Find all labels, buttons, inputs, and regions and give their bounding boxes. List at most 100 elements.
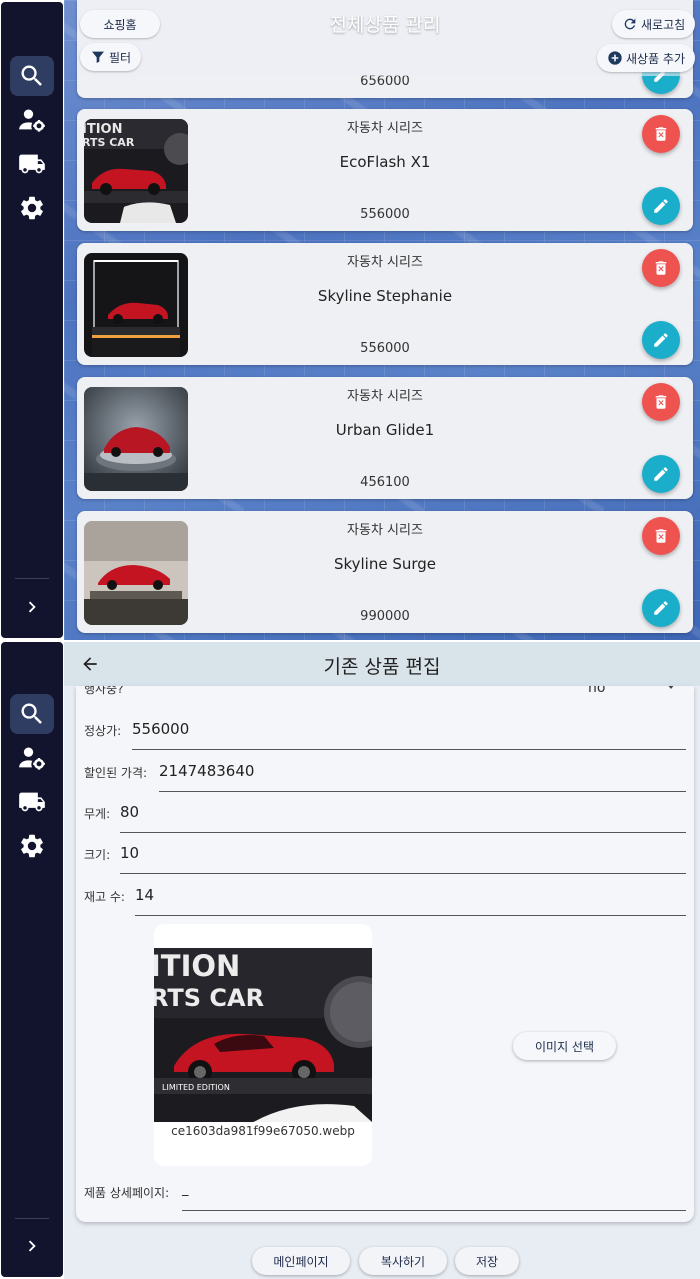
add-product-label: 새상품 추가 — [626, 51, 686, 66]
sidebar-item-search[interactable] — [10, 56, 54, 96]
shop-home-label: 쇼핑홈 — [103, 17, 137, 32]
search-icon — [21, 703, 42, 724]
pencil-icon — [654, 467, 668, 481]
product-price: 556000 — [360, 207, 410, 222]
edit-button[interactable] — [642, 589, 680, 627]
field-label: 무게: — [84, 807, 111, 821]
event-label: 행사중? — [84, 686, 124, 696]
sidebar — [1, 642, 63, 1277]
save-button[interactable]: 저장 — [455, 1247, 519, 1275]
settings-icon — [21, 834, 43, 858]
image-text: ITION — [154, 949, 240, 983]
field-label: 크기: — [84, 848, 111, 862]
thumb-text: RTS CAR — [84, 136, 135, 149]
dropdown-arrow-icon[interactable] — [667, 686, 675, 689]
product-list-screen: 656000 전체상품 관리 쇼핑홈 필터 새로고침 새상품 추가 ITION … — [0, 0, 700, 640]
edit-app-bar: 기존 상품 편집 — [64, 642, 700, 686]
field-label: 정상가: — [84, 724, 122, 738]
product-card[interactable]: 자동차 시리즈 Skyline Surge 990000 — [77, 511, 693, 633]
pencil-icon — [654, 601, 668, 615]
main-page-label: 메인페이지 — [273, 1254, 329, 1269]
refresh-button[interactable]: 새로고침 — [612, 10, 696, 38]
product-name: Urban Glide1 — [335, 421, 435, 439]
sidebar-expand-button[interactable] — [19, 594, 45, 620]
sidebar-item-shipping[interactable] — [10, 782, 54, 822]
product-price: 456100 — [360, 475, 410, 490]
sidebar-item-users[interactable] — [10, 738, 54, 778]
page-title: 전체상품 관리 — [329, 14, 441, 36]
chevron-right-icon — [28, 1240, 36, 1252]
product-card[interactable]: ITION RTS CAR 자동차 시리즈 EcoFlash X1 556000 — [77, 109, 693, 231]
main-page-button[interactable]: 메인페이지 — [252, 1247, 350, 1275]
pencil-icon — [654, 333, 668, 347]
sidebar-item-settings[interactable] — [10, 188, 54, 228]
product-name: EcoFlash X1 — [339, 153, 431, 171]
chevron-right-icon — [28, 601, 36, 613]
refresh-icon — [624, 18, 636, 30]
sidebar-divider — [15, 1218, 49, 1219]
sidebar-item-settings[interactable] — [10, 826, 54, 866]
field-value[interactable]: 80 — [120, 803, 139, 821]
product-card[interactable]: 자동차 시리즈 Urban Glide1 456100 — [77, 377, 693, 499]
filter-button[interactable]: 필터 — [80, 43, 142, 71]
filter-label: 필터 — [109, 50, 132, 65]
sidebar-expand-button[interactable] — [19, 1233, 45, 1259]
field-value[interactable]: _ — [182, 1182, 189, 1197]
event-field[interactable]: 행사중? no — [84, 686, 686, 700]
delete-icon — [655, 127, 667, 141]
add-circle-icon — [608, 51, 622, 65]
image-badge-text: LIMITED EDITION — [162, 1083, 230, 1092]
product-name: Skyline Stephanie — [317, 287, 453, 305]
delete-button[interactable] — [642, 517, 680, 555]
discount-price-field[interactable]: 할인된 가격: 2147483640 — [84, 762, 686, 794]
delete-button[interactable] — [642, 249, 680, 287]
sidebar — [1, 2, 63, 638]
delete-icon — [655, 395, 667, 409]
delete-button[interactable] — [642, 383, 680, 421]
image-filename: ce1603da981f99e67050.webp — [171, 1124, 355, 1138]
detail-page-field[interactable]: 제품 상세페이지: _ — [84, 1182, 686, 1214]
sidebar-item-users[interactable] — [10, 100, 54, 140]
product-name: Skyline Surge — [333, 555, 437, 573]
settings-icon — [21, 196, 43, 220]
shop-home-button[interactable]: 쇼핑홈 — [80, 10, 160, 38]
sidebar-item-shipping[interactable] — [10, 144, 54, 184]
edit-button[interactable] — [642, 455, 680, 493]
sidebar-divider — [15, 578, 49, 579]
image-text: RTS CAR — [154, 984, 264, 1012]
page-title: 기존 상품 편집 — [323, 656, 441, 678]
weight-field[interactable]: 무게: 80 — [84, 803, 686, 835]
field-underline — [132, 749, 686, 750]
size-field[interactable]: 크기: 10 — [84, 844, 686, 876]
product-category: 자동차 시리즈 — [347, 523, 423, 538]
field-underline — [135, 915, 686, 916]
edit-button[interactable] — [642, 187, 680, 225]
select-image-label: 이미지 선택 — [534, 1039, 594, 1054]
user-gear-icon — [19, 747, 45, 770]
select-image-button[interactable]: 이미지 선택 — [513, 1032, 616, 1060]
event-dropdown-value[interactable]: no — [588, 686, 605, 696]
edit-button[interactable] — [642, 321, 680, 359]
delete-button[interactable] — [642, 115, 680, 153]
product-image: ITION RTS CAR LIMITED EDITION — [154, 948, 372, 1124]
product-price: 556000 — [360, 341, 410, 356]
truck-icon — [19, 792, 45, 812]
sidebar-item-search[interactable] — [10, 694, 54, 734]
field-label: 할인된 가격: — [84, 766, 148, 780]
field-value[interactable]: 2147483640 — [159, 762, 254, 780]
delete-icon — [655, 261, 667, 275]
field-underline — [182, 1210, 686, 1211]
field-value[interactable]: 14 — [135, 886, 154, 904]
product-category: 자동차 시리즈 — [347, 389, 423, 404]
add-product-button[interactable]: 새상품 추가 — [597, 44, 696, 72]
product-card[interactable]: 자동차 시리즈 Skyline Stephanie 556000 — [77, 243, 693, 365]
copy-button[interactable]: 복사하기 — [359, 1247, 447, 1275]
field-underline — [159, 791, 686, 792]
product-image-preview: ITION RTS CAR LIMITED EDITION ce1603da98… — [154, 924, 372, 1166]
field-value[interactable]: 556000 — [132, 720, 189, 738]
stock-field[interactable]: 재고 수: 14 — [84, 886, 686, 918]
edit-product-screen: 기존 상품 편집 행사중? no 정상가: 556000 할인된 가격: 214… — [0, 642, 700, 1279]
regular-price-field[interactable]: 정상가: 556000 — [84, 720, 686, 752]
product-category: 자동차 시리즈 — [347, 255, 423, 270]
field-value[interactable]: 10 — [120, 844, 139, 862]
